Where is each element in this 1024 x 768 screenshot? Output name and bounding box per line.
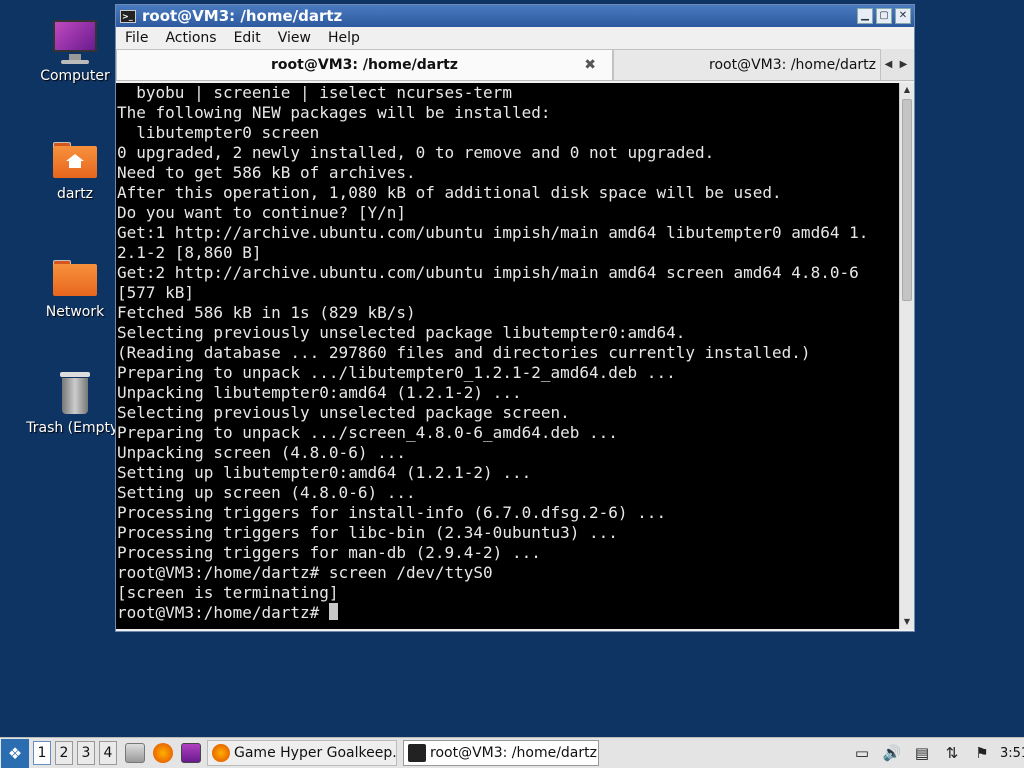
- task-terminal[interactable]: root@VM3: /home/dartz: [403, 740, 599, 766]
- workspace-2[interactable]: 2: [55, 741, 73, 765]
- scroll-up-icon[interactable]: ▲: [900, 83, 914, 97]
- terminal-line: After this operation, 1,080 kB of additi…: [117, 183, 782, 202]
- menu-edit[interactable]: Edit: [225, 30, 269, 46]
- folder-icon: [51, 254, 99, 302]
- home-folder-icon: [51, 136, 99, 184]
- media-icon[interactable]: [181, 743, 201, 763]
- terminal-line: (Reading database ... 297860 files and d…: [117, 343, 811, 362]
- terminal-line: Get:1 http://archive.ubuntu.com/ubuntu i…: [117, 223, 869, 242]
- terminal-line: byobu | screenie | iselect ncurses-term: [117, 83, 512, 102]
- terminal-line: Do you want to continue? [Y/n]: [117, 203, 406, 222]
- desktop-icon-label: dartz: [56, 186, 94, 202]
- clipboard-icon[interactable]: ▤: [912, 743, 932, 763]
- terminal-line: Need to get 586 kB of archives.: [117, 163, 416, 182]
- menu-actions[interactable]: Actions: [156, 30, 224, 46]
- workspace-4[interactable]: 4: [99, 741, 117, 765]
- close-button[interactable]: ✕: [895, 8, 911, 24]
- terminal-line: Setting up screen (4.8.0-6) ...: [117, 483, 416, 502]
- task-label: root@VM3: /home/dartz: [430, 745, 597, 761]
- terminal-prompt-line: root@VM3:/home/dartz#: [117, 603, 900, 623]
- terminal-line: [577 kB]: [117, 283, 195, 302]
- terminal-line: 2.1-2 [8,860 B]: [117, 243, 262, 262]
- terminal-line: Fetched 586 kB in 1s (829 kB/s): [117, 303, 416, 322]
- desktop-icon-label: Network: [45, 304, 105, 320]
- update-icon[interactable]: ⚑: [972, 743, 992, 763]
- taskbar: ❖ 1 2 3 4 Game Hyper Goalkeep... root@VM…: [0, 737, 1024, 768]
- drive-icon[interactable]: ▭: [852, 743, 872, 763]
- terminal-line: Selecting previously unselected package …: [117, 323, 686, 342]
- tab-label: root@VM3: /home/dartz: [271, 57, 458, 73]
- system-tray: ▭ 🔊 ▤ ⇅ ⚑ 3:51: [842, 743, 1024, 763]
- terminal-line: Processing triggers for man-db (2.9.4-2)…: [117, 543, 541, 562]
- terminal-scrollbar[interactable]: ▲ ▼: [899, 83, 914, 629]
- window-titlebar[interactable]: >_ root@VM3: /home/dartz ▁ ▢ ✕: [116, 5, 914, 27]
- desktop-icon-network[interactable]: Network: [20, 254, 130, 320]
- desktop-icon-dartz[interactable]: dartz: [20, 136, 130, 202]
- minimize-button[interactable]: ▁: [857, 8, 873, 24]
- workspace-1[interactable]: 1: [33, 741, 51, 765]
- terminal-line: Selecting previously unselected package …: [117, 403, 570, 422]
- terminal-line: 0 upgraded, 2 newly installed, 0 to remo…: [117, 143, 715, 162]
- terminal-line: Unpacking screen (4.8.0-6) ...: [117, 443, 406, 462]
- workspace-3[interactable]: 3: [77, 741, 95, 765]
- tab-inactive[interactable]: root@VM3: /home/dartz: [613, 49, 881, 80]
- terminal-line: Setting up libutempter0:amd64 (1.2.1-2) …: [117, 463, 532, 482]
- tab-bar: root@VM3: /home/dartz ✖ root@VM3: /home/…: [116, 49, 914, 81]
- tab-label: root@VM3: /home/dartz: [709, 57, 876, 73]
- terminal-line: [screen is terminating]: [117, 583, 339, 602]
- volume-icon[interactable]: 🔊: [882, 743, 902, 763]
- trash-icon: [51, 370, 99, 418]
- computer-icon: [51, 18, 99, 66]
- terminal-window[interactable]: >_ root@VM3: /home/dartz ▁ ▢ ✕ File Acti…: [115, 4, 915, 632]
- desktop-icon-computer[interactable]: Computer: [20, 18, 130, 84]
- terminal-icon: >_: [120, 9, 136, 23]
- terminal-icon: [408, 744, 426, 762]
- menubar: File Actions Edit View Help: [116, 27, 914, 49]
- tab-active[interactable]: root@VM3: /home/dartz ✖: [116, 49, 613, 80]
- terminal-prompt: root@VM3:/home/dartz#: [117, 603, 329, 622]
- desktop-icon-label: Computer: [40, 68, 110, 84]
- file-manager-icon[interactable]: [125, 743, 145, 763]
- firefox-icon[interactable]: [153, 743, 173, 763]
- firefox-icon: [212, 744, 230, 762]
- terminal-line: libutempter0 screen: [117, 123, 320, 142]
- menu-file[interactable]: File: [116, 30, 156, 46]
- tab-scroll-right-icon[interactable]: ▶: [900, 59, 908, 70]
- terminal-line: Unpacking libutempter0:amd64 (1.2.1-2) .…: [117, 383, 522, 402]
- menu-view[interactable]: View: [269, 30, 319, 46]
- scroll-down-icon[interactable]: ▼: [900, 615, 914, 629]
- desktop-icon-label: Trash (Empty): [26, 420, 124, 436]
- network-icon[interactable]: ⇅: [942, 743, 962, 763]
- tab-scroll-arrows: ◀ ▶: [881, 49, 911, 80]
- maximize-button[interactable]: ▢: [876, 8, 892, 24]
- terminal-line: Processing triggers for install-info (6.…: [117, 503, 667, 522]
- tab-close-icon[interactable]: ✖: [584, 57, 596, 73]
- terminal-line: Preparing to unpack .../libutempter0_1.2…: [117, 363, 676, 382]
- window-title: root@VM3: /home/dartz: [142, 7, 343, 25]
- task-firefox[interactable]: Game Hyper Goalkeep...: [207, 740, 397, 766]
- task-label: Game Hyper Goalkeep...: [234, 745, 397, 761]
- desktop-icon-trash[interactable]: Trash (Empty): [20, 370, 130, 436]
- terminal-line: Get:2 http://archive.ubuntu.com/ubuntu i…: [117, 263, 859, 282]
- scrollbar-thumb[interactable]: [902, 99, 912, 301]
- clock[interactable]: 3:51: [1000, 746, 1024, 761]
- terminal-output[interactable]: byobu | screenie | iselect ncurses-term T…: [116, 83, 900, 629]
- terminal-line: The following NEW packages will be insta…: [117, 103, 551, 122]
- start-menu-button[interactable]: ❖: [1, 738, 29, 768]
- tab-scroll-left-icon[interactable]: ◀: [885, 59, 893, 70]
- terminal-cursor: [328, 603, 338, 620]
- menu-help[interactable]: Help: [319, 30, 368, 46]
- terminal-line: Processing triggers for libc-bin (2.34-0…: [117, 523, 618, 542]
- terminal-line: Preparing to unpack .../screen_4.8.0-6_a…: [117, 423, 618, 442]
- terminal-line: root@VM3:/home/dartz# screen /dev/ttyS0: [117, 563, 493, 582]
